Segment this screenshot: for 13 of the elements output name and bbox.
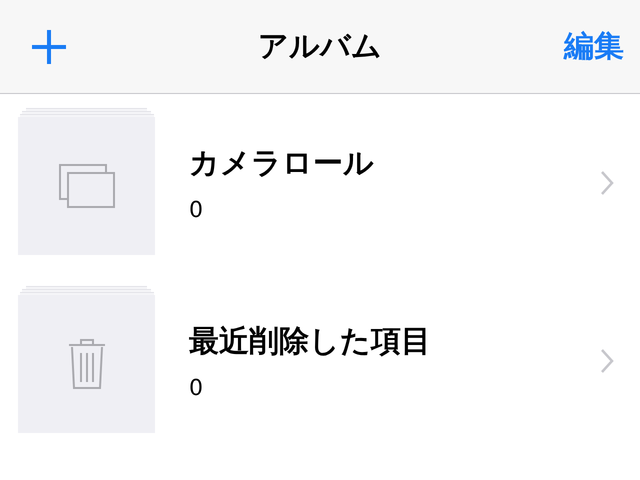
album-row[interactable]: 最近削除した項目 0 bbox=[0, 272, 640, 450]
album-title: カメラロール bbox=[189, 145, 375, 183]
album-row[interactable]: カメラロール 0 bbox=[0, 94, 640, 272]
item-count: 0 bbox=[189, 376, 204, 401]
item-count: 0 bbox=[189, 198, 204, 223]
chevron-icon bbox=[600, 170, 614, 196]
edit-button[interactable]: 編集 bbox=[564, 26, 624, 67]
photos-icon bbox=[58, 164, 114, 208]
album-title: 最近削除した項目 bbox=[189, 323, 432, 361]
add-icon[interactable] bbox=[30, 28, 68, 66]
screen-title: アルバム bbox=[258, 28, 382, 66]
trash-icon bbox=[68, 338, 106, 390]
chevron-icon bbox=[600, 348, 614, 374]
